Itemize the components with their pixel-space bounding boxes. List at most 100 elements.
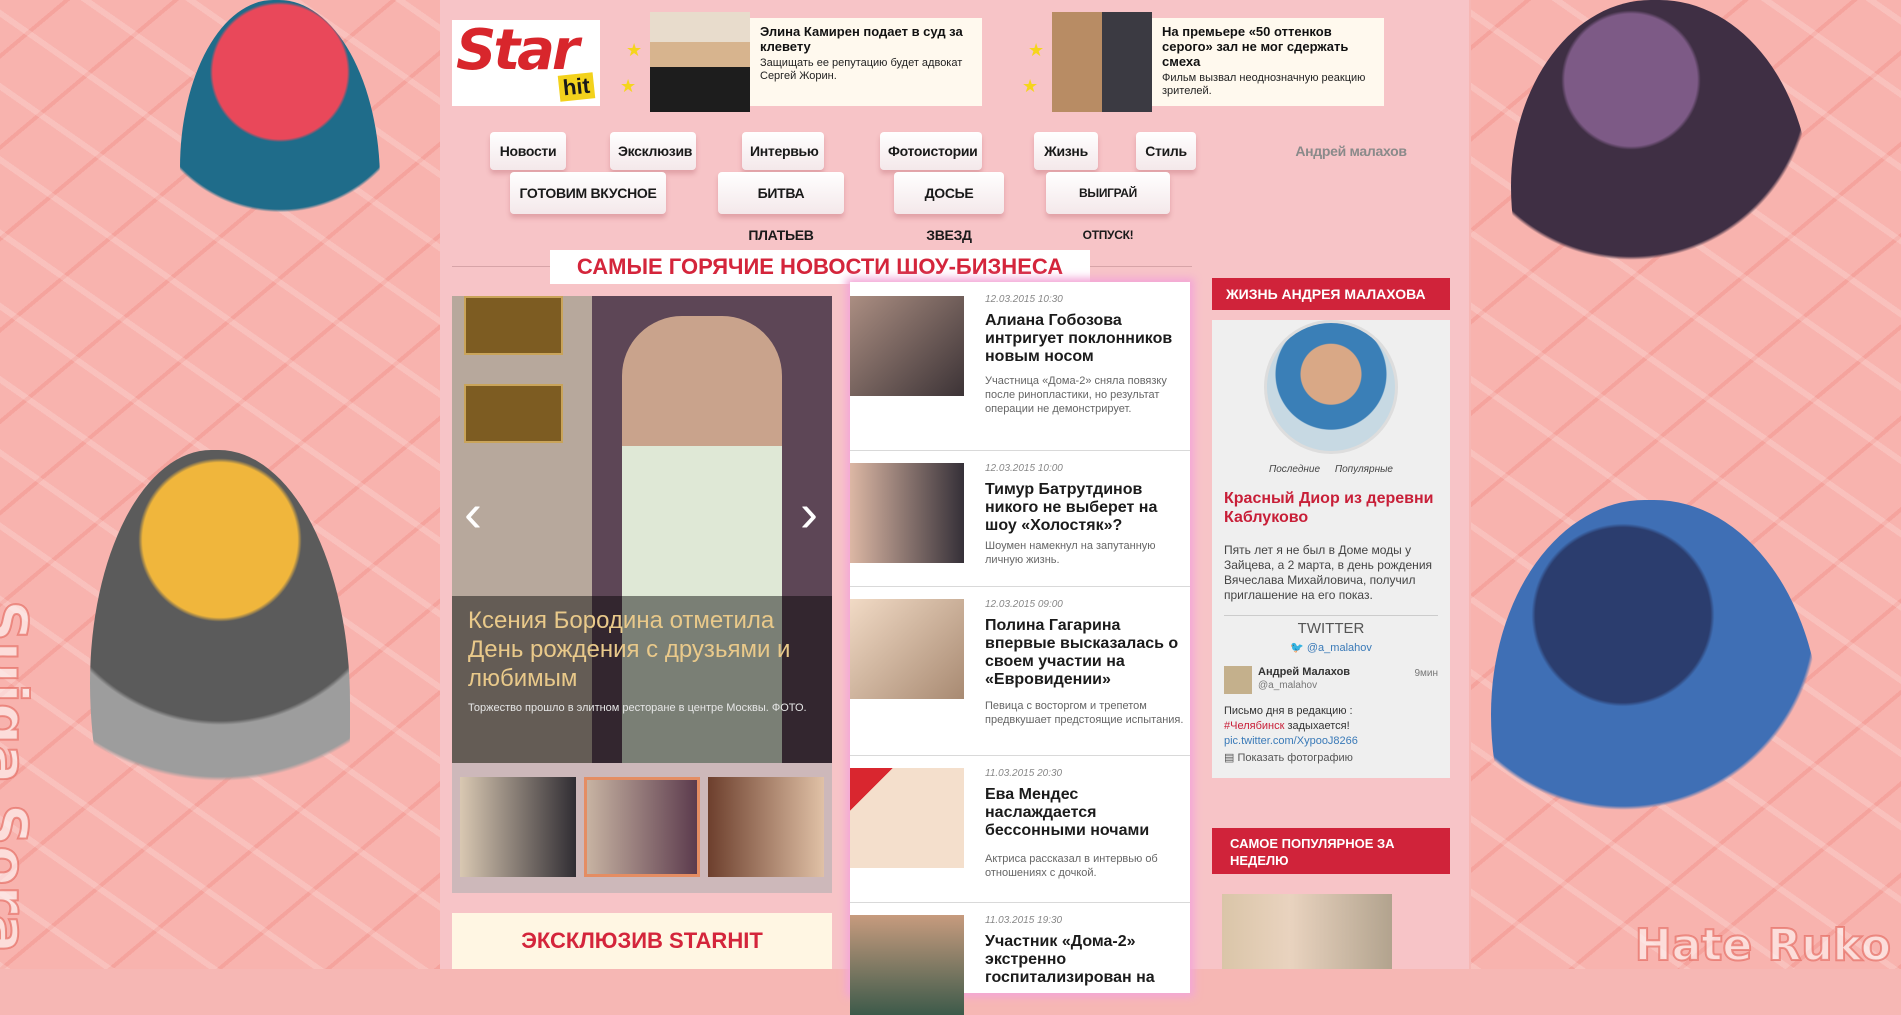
tweet-avatar[interactable] (1224, 666, 1252, 694)
slider-desc: Торжество прошло в элитном ресторане в ц… (468, 702, 807, 714)
tweet-tag-line: #Челябинск задыхается! (1224, 719, 1438, 734)
news-list: 12.03.2015 10:30 Алиана Гобозова интригу… (850, 282, 1190, 1015)
news-date: 12.03.2015 09:00 (985, 599, 1063, 610)
list-item[interactable]: 12.03.2015 10:30 Алиана Гобозова интригу… (850, 282, 1190, 451)
promo-title: На премьере «50 оттенков серого» зал не … (1162, 24, 1349, 69)
slider-thumbnails (452, 763, 832, 893)
starhit-logo[interactable]: Star hit (452, 18, 600, 106)
promo-desc: Фильм вызвал неоднозначную реакцию зрите… (1162, 72, 1366, 97)
star-icon: ★ (1022, 76, 1039, 96)
star-icon: ★ (626, 40, 643, 60)
news-desc: Участница «Дома-2» сняла повязку после р… (985, 375, 1167, 415)
promo-image (650, 12, 750, 112)
show-photo-label: Показать фотографию (1237, 752, 1353, 764)
nav-style[interactable]: Стиль (1136, 132, 1196, 170)
nav-star-dossier[interactable]: ДОСЬЕ ЗВЕЗД (894, 172, 1004, 243)
twitter-handle-link[interactable]: 🐦 @a_malahov (1224, 641, 1438, 654)
list-item[interactable]: 11.03.2015 20:30 Ева Мендес наслаждается… (850, 756, 1190, 903)
widget-body: Последние Популярные Красный Диор из дер… (1212, 320, 1450, 778)
promo-desc: Защищать ее репутацию будет адвокат Серг… (760, 57, 963, 82)
right-background-art: Hate Ruko (1471, 0, 1901, 972)
news-image (850, 915, 964, 1015)
list-item[interactable]: 12.03.2015 10:00 Тимур Батрутдинов никог… (850, 451, 1190, 587)
tweet-author[interactable]: Андрей Малахов (1258, 666, 1350, 678)
left-background-art: Suiga Sora (0, 0, 440, 969)
right-watermark-text: Hate Ruko (1634, 919, 1892, 972)
tweet-link[interactable]: pic.twitter.com/XypooJ8266 (1224, 734, 1438, 749)
logo-hit: hit (557, 72, 596, 102)
news-title[interactable]: Ева Мендес наслаждается бессонными ночам… (985, 786, 1185, 840)
tweet-text: Письмо дня в редакцию : (1224, 705, 1353, 717)
section-title: САМЫЕ ГОРЯЧИЕ НОВОСТИ ШОУ-БИЗНЕСА (550, 250, 1090, 284)
anime-character-guitar (1511, 0, 1811, 400)
featured-slider[interactable]: Ксения Бородина отметила День рождения с… (452, 296, 832, 763)
malakhov-widget: ЖИЗНЬ АНДРЕЯ МАЛАХОВА Последние Популярн… (1212, 278, 1450, 778)
slider-thumbnail[interactable] (460, 777, 576, 877)
star-icon: ★ (1028, 40, 1045, 60)
avatar[interactable] (1264, 320, 1398, 454)
promo-card[interactable]: ★ ★ Элина Камирен подает в суд за клевет… (620, 12, 1000, 112)
tab-popular[interactable]: Популярные (1335, 464, 1393, 475)
widget-article-text: Пять лет я не был в Доме моды у Зайцева,… (1224, 543, 1433, 602)
promo-text-box: Элина Камирен подает в суд за клевету За… (750, 18, 982, 106)
widget-title[interactable]: ЖИЗНЬ АНДРЕЯ МАЛАХОВА (1212, 278, 1450, 310)
twitter-handle: @a_malahov (1306, 642, 1372, 654)
nav-dress-battle[interactable]: БИТВА ПЛАТЬЕВ (718, 172, 844, 243)
news-image (850, 599, 964, 699)
nav-life[interactable]: Жизнь (1034, 132, 1098, 170)
news-desc: Актриса рассказал в интервью об отношени… (985, 853, 1158, 879)
nav-photostories[interactable]: Фотоистории (880, 132, 982, 170)
logo-star: Star (456, 18, 580, 83)
promo-card[interactable]: ★ ★ На премьере «50 оттенков серого» зал… (1022, 12, 1402, 112)
promo-text-box: На премьере «50 оттенков серого» зал не … (1152, 18, 1384, 106)
tweet-body: Письмо дня в редакцию : #Челябинск задых… (1224, 666, 1438, 766)
tweet-show-photo[interactable]: ▤ Показать фотографию (1224, 751, 1438, 766)
slider-title[interactable]: Ксения Бородина отметила День рождения с… (468, 606, 828, 693)
twitter-heading: TWITTER (1224, 615, 1438, 637)
news-date: 12.03.2015 10:00 (985, 463, 1063, 474)
anime-character-blue (1491, 500, 1821, 960)
slider-thumbnail-active[interactable] (584, 777, 700, 877)
image-icon: ▤ (1224, 752, 1235, 764)
exclusive-section-title[interactable]: ЭКСКЛЮЗИВ STARHIT (452, 913, 832, 969)
widget-article-link[interactable]: Красный Диор из деревни Каблуково (1224, 489, 1438, 527)
tweet-username: @a_malahov (1258, 680, 1318, 691)
news-image (850, 463, 964, 563)
nav-news[interactable]: Новости (490, 132, 566, 170)
tab-latest[interactable]: Последние (1269, 464, 1320, 475)
news-desc: Певица с восторгом и трепетом предвкушае… (985, 700, 1184, 726)
nav-exclusive[interactable]: Эксклюзив (610, 132, 696, 170)
news-date: 11.03.2015 19:30 (985, 915, 1063, 926)
nav-interview[interactable]: Интервью (742, 132, 824, 170)
promo-image (1052, 12, 1152, 112)
anime-character-red (180, 0, 380, 360)
slider-photo-sign (464, 384, 563, 443)
news-title[interactable]: Тимур Батрутдинов никого не выберет на ш… (985, 481, 1185, 535)
tweet-hashtag[interactable]: #Челябинск (1224, 720, 1284, 732)
star-icon: ★ (620, 76, 637, 96)
tweet-time: 9мин (1414, 668, 1438, 679)
slider-thumbnail[interactable] (708, 777, 824, 877)
slider-next-arrow-icon[interactable]: › (800, 486, 818, 540)
popular-week-title[interactable]: САМОЕ ПОПУЛЯРНОЕ ЗА НЕДЕЛЮ (1212, 828, 1450, 874)
nav-andrey-malakhov[interactable]: Андрей малахов (1278, 132, 1424, 170)
news-title[interactable]: Алиана Гобозова интригует поклонников но… (985, 312, 1185, 366)
twitter-bird-icon: 🐦 (1290, 642, 1304, 654)
slider-photo-sign (464, 296, 563, 355)
popular-week-image[interactable] (1222, 894, 1392, 969)
news-title[interactable]: Полина Гагарина впервые высказалась о св… (985, 617, 1185, 689)
tweet: Андрей Малахов @a_malahov 9мин Письмо дн… (1224, 666, 1438, 766)
news-date: 11.03.2015 20:30 (985, 768, 1063, 779)
left-watermark-text: Suiga Sora (0, 599, 41, 954)
slider-prev-arrow-icon[interactable]: ‹ (464, 486, 482, 540)
news-title[interactable]: Участник «Дома-2» экстренно госпитализир… (985, 933, 1185, 987)
news-desc: Шоумен намекнул на запутанную личную жиз… (985, 540, 1156, 566)
anime-character-blonde (90, 450, 350, 950)
news-image (850, 768, 964, 868)
news-image (850, 296, 964, 396)
main-page: Star hit ★ ★ Элина Камирен подает в суд … (440, 0, 1469, 1015)
nav-win-vacation[interactable]: ВЫИГРАЙ ОТПУСК! (1046, 172, 1170, 242)
list-item[interactable]: 12.03.2015 09:00 Полина Гагарина впервые… (850, 587, 1190, 756)
list-item[interactable]: 11.03.2015 19:30 Участник «Дома-2» экстр… (850, 903, 1190, 1015)
nav-cooking[interactable]: ГОТОВИМ ВКУСНОЕ (510, 172, 666, 214)
